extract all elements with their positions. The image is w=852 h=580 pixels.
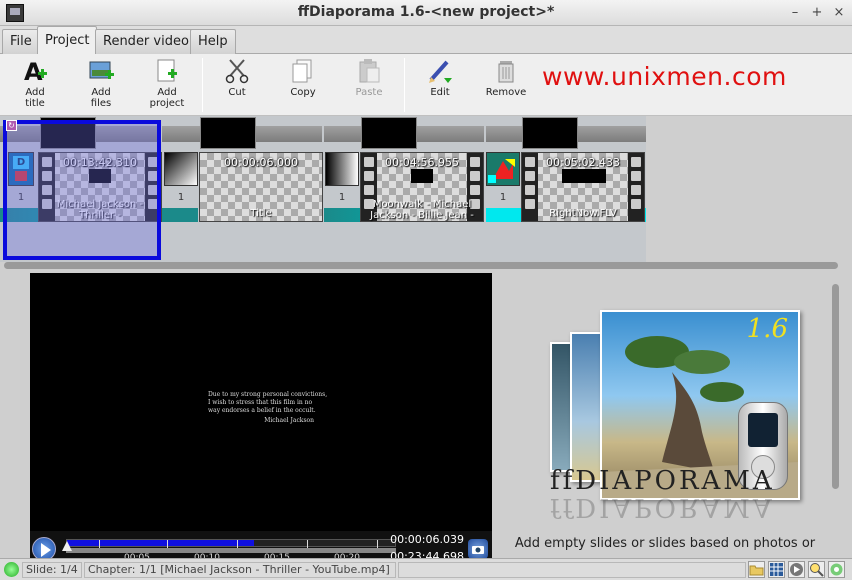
add-files-button[interactable]: Add files	[70, 58, 132, 109]
tab-project[interactable]: Project	[37, 26, 98, 55]
close-button[interactable]: ×	[830, 4, 848, 22]
title-bar: ffDiaporama 1.6-<new project>* – + ×	[0, 0, 852, 26]
welcome-hint: Add empty slides or slides based on phot…	[514, 536, 816, 551]
slide-4[interactable]: 00:05:02.433 RightNow.FLV	[521, 152, 645, 222]
video-caption: Due to my strong personal convictions, I…	[208, 391, 328, 425]
tab-render-video[interactable]: Render video	[95, 29, 197, 54]
status-extra	[398, 562, 746, 578]
status-indicator-icon	[4, 562, 19, 577]
remove-button[interactable]: Remove	[475, 58, 537, 98]
playhead-marker[interactable]	[62, 541, 72, 551]
play-icon[interactable]	[788, 561, 805, 578]
transition-index: 1	[177, 192, 185, 203]
caption-line: Due to my strong personal convictions,	[208, 391, 328, 398]
copy-icon	[290, 58, 316, 84]
slide-preview	[562, 169, 606, 183]
paste-icon	[356, 58, 382, 84]
chapter-status: Chapter: 1/1 [Michael Jackson - Thriller…	[84, 562, 396, 578]
slide-2[interactable]: 00:00:06.000 Title	[199, 152, 323, 222]
trash-icon	[493, 58, 519, 84]
copy-label: Copy	[290, 87, 316, 98]
toolbar-separator	[404, 58, 405, 112]
add-files-label: Add files	[90, 87, 112, 109]
paste-button[interactable]: Paste	[338, 58, 400, 98]
tab-help[interactable]: Help	[190, 29, 236, 54]
slide-label: Moonwalk - Michael Jackson - Billie Jean…	[370, 199, 474, 221]
edit-button[interactable]: Edit	[409, 58, 471, 98]
slide-duration: 00:05:02.433	[546, 156, 620, 169]
add-title-label: Add title	[25, 87, 45, 109]
paste-label: Paste	[355, 87, 383, 98]
cut-label: Cut	[228, 87, 246, 98]
grid-view-icon[interactable]	[768, 561, 785, 578]
timeline-track: 1 D 1 00:13:42.310 Michael Jackson - Thr…	[0, 116, 646, 262]
timeline: 1 D 1 00:13:42.310 Michael Jackson - Thr…	[0, 116, 852, 270]
add-title-icon: A	[22, 58, 48, 86]
watermark-text: www.unixmen.com	[542, 62, 787, 91]
selected-slide-highlight	[3, 120, 161, 260]
transition-index: 1	[499, 192, 507, 203]
zoom-icon[interactable]	[808, 561, 825, 578]
slide-3[interactable]: 00:04:56.955 Moonwalk - Michael Jackson …	[360, 152, 484, 222]
tick-mark	[377, 540, 378, 548]
maximize-button[interactable]: +	[808, 4, 826, 22]
preview-scrollbar[interactable]	[832, 284, 839, 489]
edit-label: Edit	[430, 87, 450, 98]
add-files-icon	[88, 58, 114, 84]
logo-reflection: ffDIAPORAMA	[550, 492, 775, 522]
slide-label: Title	[250, 208, 272, 219]
toolbar-separator	[202, 58, 203, 112]
timeline-scrollbar[interactable]	[4, 262, 838, 269]
current-time: 00:00:06.039	[390, 533, 464, 546]
folder-icon[interactable]	[748, 561, 765, 578]
welcome-logo-area: 1.6 ffDIAPORAMA ffDIAPORAMA Add empty sl…	[500, 270, 830, 558]
tab-file[interactable]: File	[2, 29, 40, 54]
transition-thumbnail[interactable]	[486, 152, 520, 186]
slide-thumbnail	[361, 117, 417, 149]
version-label: 1.6	[746, 314, 788, 344]
scissors-icon	[224, 58, 250, 84]
caption-line: way endorses a belief in the occult.	[208, 407, 316, 414]
slide-preview	[411, 169, 433, 183]
slide-thumbnail	[522, 117, 578, 149]
playback-progress[interactable]	[66, 539, 396, 548]
slide-label: RightNow.FLV	[549, 208, 617, 219]
progress-fill	[67, 540, 254, 546]
slide-thumbnail	[200, 117, 256, 149]
video-preview: Due to my strong personal convictions, I…	[30, 273, 492, 565]
slide-duration: 00:00:06.000	[224, 156, 298, 169]
transition-thumbnail[interactable]	[325, 152, 359, 186]
add-title-button[interactable]: A Add title	[4, 58, 66, 109]
copy-button[interactable]: Copy	[272, 58, 334, 98]
toolbar: A Add title Add files Add project Cut Co…	[0, 54, 852, 116]
tick-mark	[167, 540, 168, 548]
menu-bar: File Project Render video Help	[0, 26, 852, 55]
add-project-button[interactable]: Add project	[136, 58, 198, 109]
add-project-icon	[154, 58, 180, 84]
tick-mark	[237, 540, 238, 548]
chapter-icon: ↻	[6, 120, 17, 131]
status-bar: Slide: 1/4 Chapter: 1/1 [Michael Jackson…	[0, 558, 852, 580]
svg-text:A: A	[24, 58, 43, 84]
cut-button[interactable]: Cut	[206, 58, 268, 98]
preview-pane: Due to my strong personal convictions, I…	[0, 270, 852, 565]
tick-mark	[99, 540, 100, 548]
transition-thumbnail[interactable]	[164, 152, 198, 186]
add-project-label: Add project	[149, 87, 185, 109]
remove-label: Remove	[485, 87, 527, 98]
window-title: ffDiaporama 1.6-<new project>*	[297, 4, 555, 20]
minimize-button[interactable]: –	[786, 4, 804, 22]
transition-index: 1	[338, 192, 346, 203]
pencil-icon	[427, 58, 453, 84]
slide-duration: 00:04:56.955	[385, 156, 459, 169]
music-band	[162, 208, 198, 222]
camera-icon[interactable]	[468, 539, 488, 559]
tick-mark	[307, 540, 308, 548]
slide-status: Slide: 1/4	[22, 562, 82, 578]
caption-author: Michael Jackson	[264, 417, 314, 424]
caption-line: I wish to stress that this film in no	[208, 399, 313, 406]
settings-icon[interactable]	[828, 561, 845, 578]
